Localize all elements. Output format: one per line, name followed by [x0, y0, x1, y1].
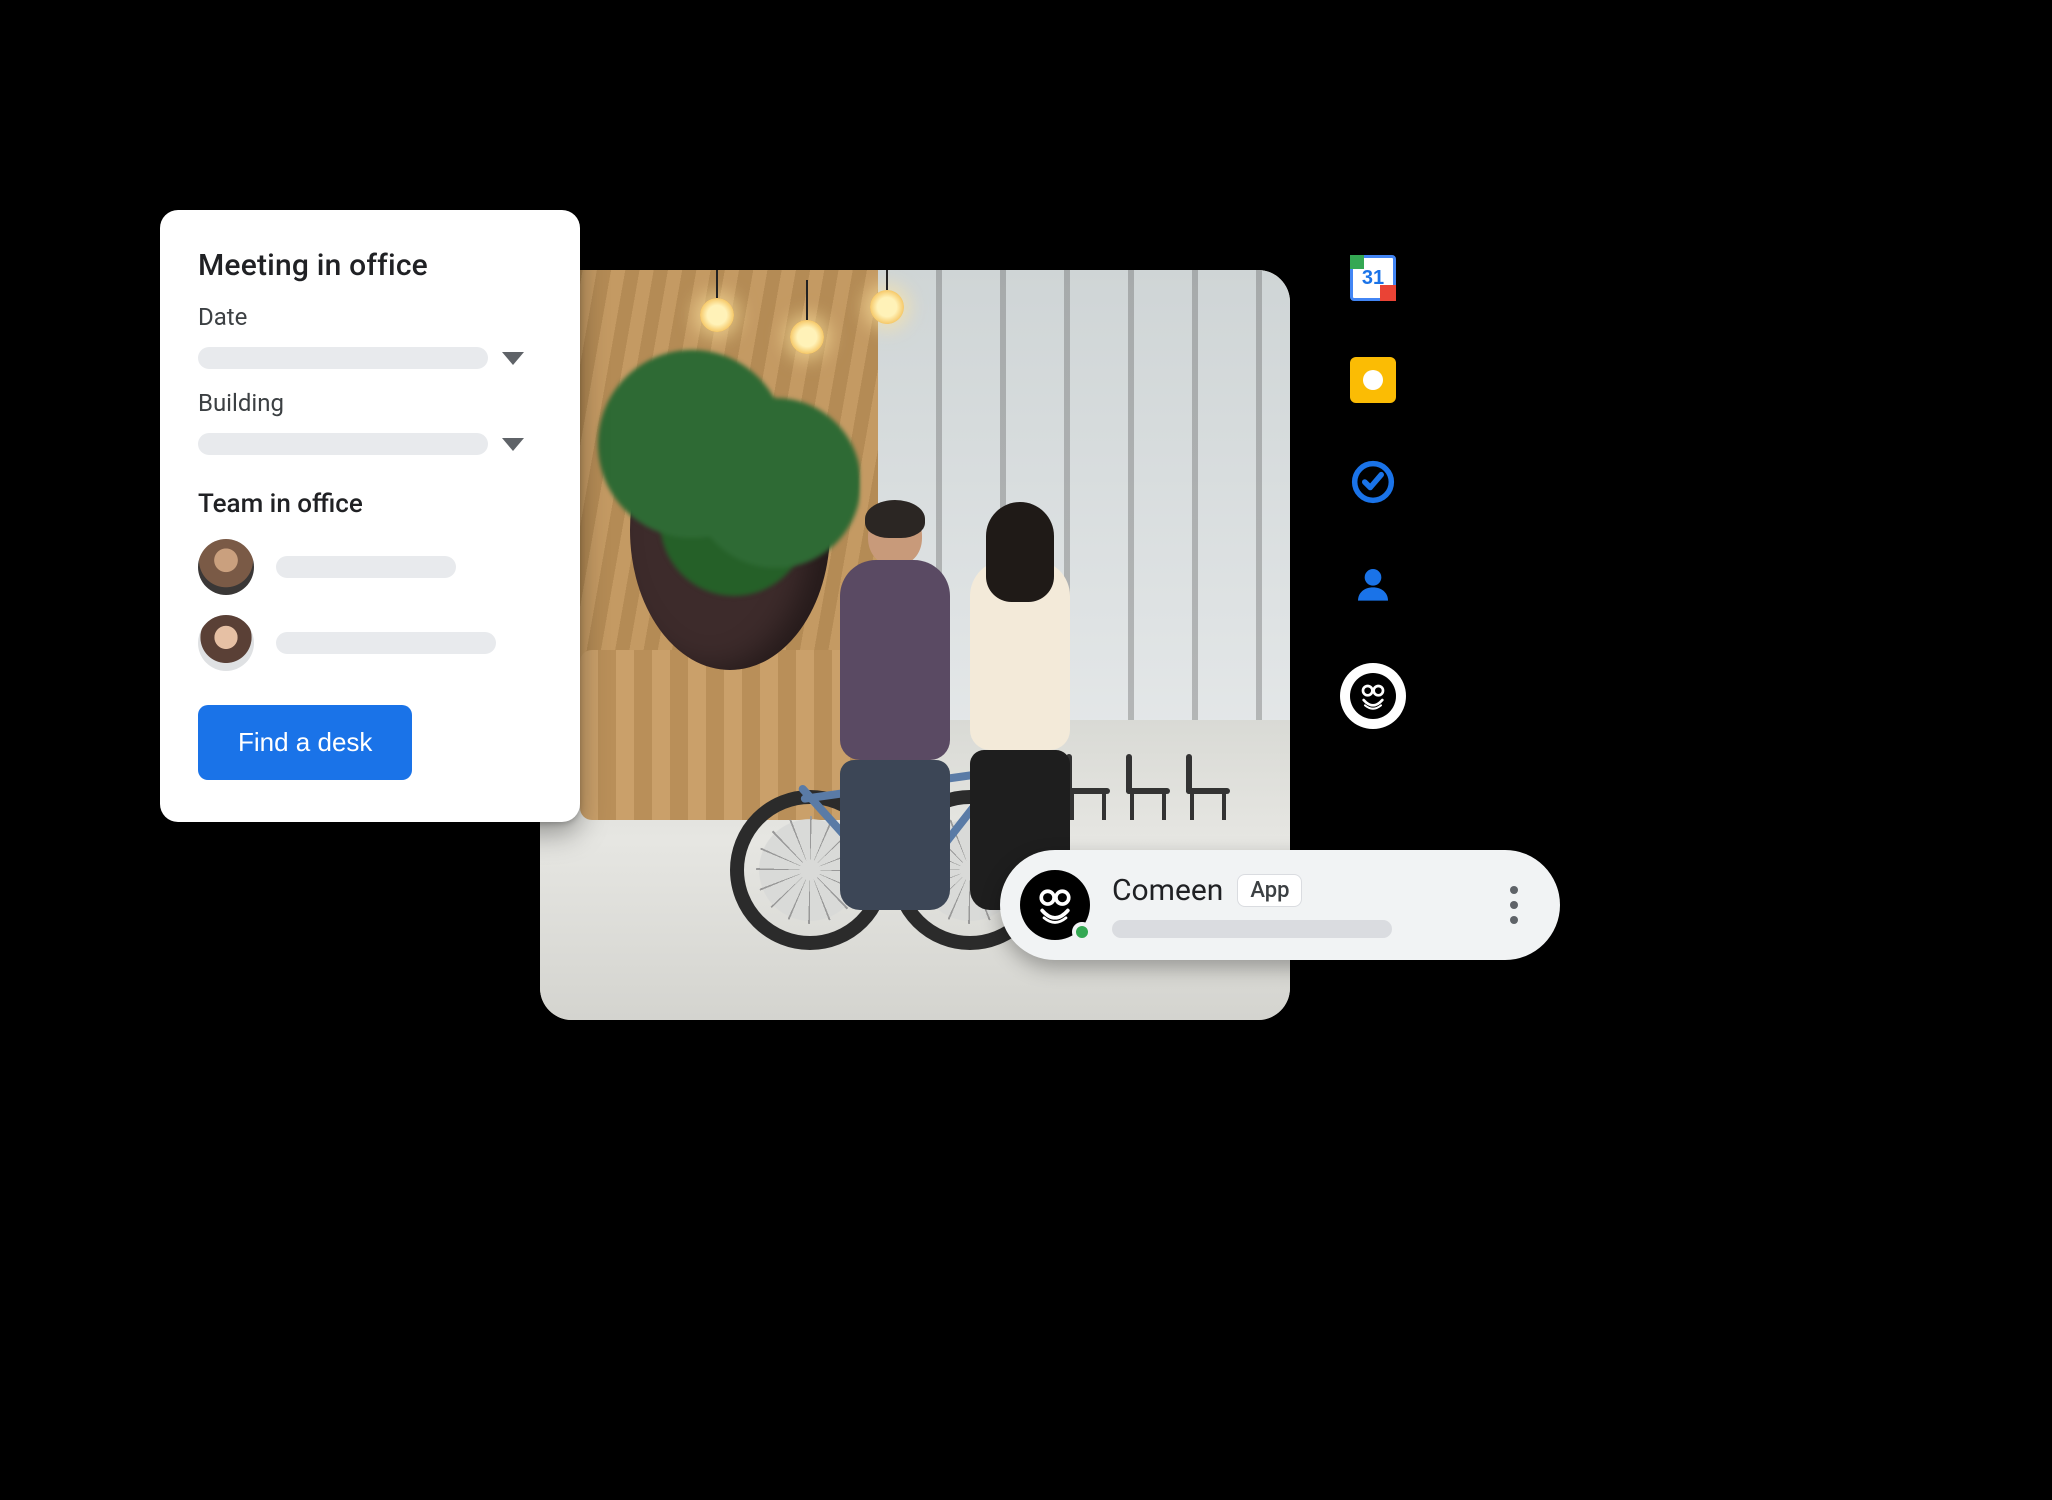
presence-active-indicator [1072, 922, 1092, 942]
find-a-desk-button[interactable]: Find a desk [198, 705, 412, 780]
avatar [198, 539, 254, 595]
chat-app-name: Comeen [1112, 873, 1223, 908]
team-section-title: Team in office [198, 489, 542, 519]
building-value-placeholder [198, 433, 488, 455]
avatar [198, 615, 254, 671]
building-dropdown[interactable] [198, 433, 542, 455]
chevron-down-icon [502, 438, 524, 451]
date-dropdown[interactable] [198, 347, 542, 369]
chevron-down-icon [502, 352, 524, 365]
card-title: Meeting in office [198, 248, 542, 283]
calendar-day-number: 31 [1362, 267, 1384, 290]
google-tasks-icon[interactable] [1350, 459, 1396, 505]
google-side-panel: 31 [1340, 255, 1406, 729]
meeting-in-office-card: Meeting in office Date Building Team in … [160, 210, 580, 822]
team-name-placeholder [276, 632, 496, 654]
team-member-row [198, 615, 542, 671]
team-member-row [198, 539, 542, 595]
team-name-placeholder [276, 556, 456, 578]
chat-message-placeholder [1112, 920, 1392, 938]
google-keep-icon[interactable] [1350, 357, 1396, 403]
more-options-button[interactable] [1502, 878, 1526, 932]
comeen-chat-card[interactable]: Comeen App [1000, 850, 1560, 960]
date-value-placeholder [198, 347, 488, 369]
date-label: Date [198, 303, 542, 331]
google-contacts-icon[interactable] [1350, 561, 1396, 607]
google-calendar-icon[interactable]: 31 [1350, 255, 1396, 301]
app-badge: App [1237, 874, 1302, 907]
chat-avatar [1020, 870, 1090, 940]
building-label: Building [198, 389, 542, 417]
comeen-app-icon[interactable] [1340, 663, 1406, 729]
